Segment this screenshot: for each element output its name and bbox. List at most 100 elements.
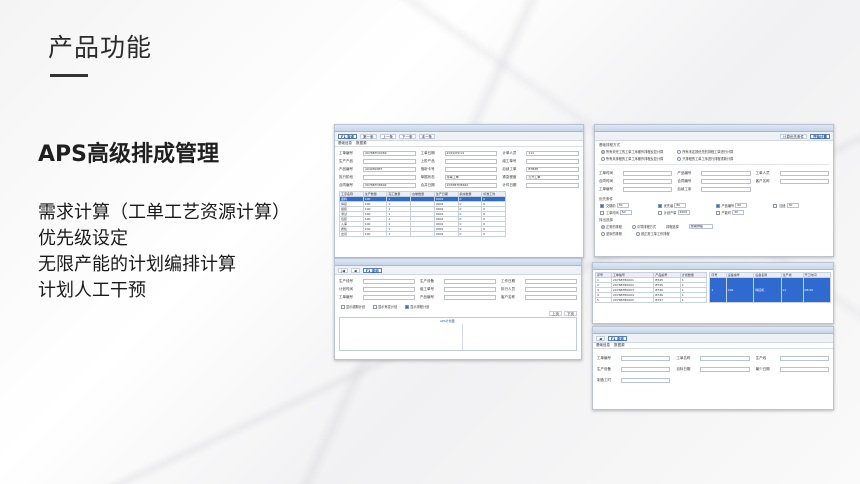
field-input[interactable]: [363, 278, 415, 284]
field-input[interactable]: [526, 182, 579, 188]
query-button[interactable]: F1 查询: [362, 267, 382, 273]
field-input[interactable]: [779, 355, 829, 361]
table-row[interactable]: 5 2076BT80005 BT47 1: [595, 297, 708, 303]
field-input[interactable]: [525, 278, 577, 284]
field-input[interactable]: [444, 294, 496, 300]
field-label: 工单编号: [597, 355, 611, 360]
next-record-button[interactable]: 下一条: [399, 133, 416, 139]
tab-basic[interactable]: 基础信息: [338, 141, 352, 146]
weight-input[interactable]: 80: [674, 203, 687, 208]
priority-condition-button[interactable]: 计算优先条件: [780, 133, 807, 139]
calc-option[interactable]: 按正常工单工作排程: [635, 231, 670, 236]
priority-check[interactable]: 产能时 30: [715, 210, 771, 215]
field-input[interactable]: [779, 178, 829, 184]
weight-input[interactable]: 30: [786, 203, 799, 208]
field-input[interactable]: 公开工单: [526, 174, 579, 180]
checkbox-icon: [657, 210, 662, 215]
next-page-button[interactable]: 下页: [564, 311, 577, 316]
field-label: 工单名称: [676, 355, 691, 360]
field-input[interactable]: [444, 158, 498, 164]
field-input[interactable]: [701, 170, 751, 176]
tab-basic[interactable]: 基础信息: [596, 343, 610, 348]
mode-select[interactable]: 前期排程: [688, 224, 713, 229]
schedule-option[interactable]: 所有未完工的工单工序都作排程反复计算: [601, 149, 663, 154]
field-input[interactable]: [623, 170, 673, 176]
field-input[interactable]: BTBZE: [526, 166, 579, 172]
prev-page-button[interactable]: 上页: [549, 311, 562, 316]
field-input[interactable]: [700, 366, 750, 372]
last-record-button[interactable]: 末一条: [418, 133, 436, 139]
field-input[interactable]: [363, 158, 416, 164]
first-record-button[interactable]: 第一条: [360, 133, 377, 139]
weight-input[interactable]: 30: [732, 210, 745, 215]
nav-icon[interactable]: ◀: [596, 335, 605, 341]
table-row[interactable]: 1 A01 焊接机 L1 08:00: [709, 277, 832, 303]
field-input[interactable]: [444, 166, 498, 172]
priority-check[interactable]: 优先级 80: [657, 203, 713, 208]
field-input[interactable]: [363, 286, 415, 292]
priority-check[interactable]: 交期前 30: [600, 203, 655, 208]
field-input[interactable]: [525, 286, 577, 292]
field-label: 执行人员: [501, 286, 515, 291]
field-label: 生产线号: [339, 278, 353, 283]
field-input[interactable]: 2076BTO0069: [363, 150, 416, 156]
field-input[interactable]: A04089987: [363, 166, 416, 172]
field-input[interactable]: [700, 355, 750, 361]
field-input[interactable]: [701, 178, 751, 184]
field-input[interactable]: [363, 174, 416, 180]
field-input[interactable]: [526, 158, 579, 164]
table-row[interactable]: 出货 100 1 0001 0 0: [339, 231, 506, 237]
field-input[interactable]: [363, 294, 415, 300]
start-calc-button[interactable]: 开始计算: [810, 133, 830, 139]
field-input[interactable]: [525, 294, 577, 300]
field-label: 单据状态: [420, 174, 435, 179]
weight-input[interactable]: 2000: [677, 210, 690, 215]
calc-option[interactable]: 引导排程方式: [631, 224, 656, 229]
field-label: 产品编号: [339, 166, 353, 171]
show-overdue-check[interactable]: 显示超期计划: [341, 304, 365, 309]
schedule-option[interactable]: 所有未排程的工单工序都作排程反复计算: [601, 156, 663, 161]
field-input[interactable]: 待审工单: [444, 174, 498, 180]
field-input[interactable]: [621, 377, 671, 383]
nav-icon[interactable]: |◀: [338, 267, 348, 273]
nav-icon[interactable]: ◀: [350, 267, 360, 273]
field-input[interactable]: [779, 170, 829, 176]
table-cell: 1: [679, 297, 708, 303]
calc-option[interactable]: 正常的排程: [601, 224, 622, 229]
field-input[interactable]: [621, 355, 671, 361]
weight-input[interactable]: 50: [619, 210, 632, 215]
field-input[interactable]: 111: [526, 150, 579, 156]
weight-input[interactable]: 30: [616, 203, 629, 208]
query-button[interactable]: F1 查询: [338, 133, 358, 139]
aps-chart-area[interactable]: APS计划图: [339, 317, 577, 351]
table-cell: [410, 231, 435, 237]
field-label: 产品编号: [420, 294, 434, 299]
schedule-option[interactable]: 所有未定按优先的排程工单进行计算: [677, 149, 733, 154]
dispatch-window: 序号 工单编号 产品编号 计划数量 1 2076BT80001 BT45 1 2 2076BT8…: [592, 262, 834, 324]
query-button[interactable]: F1 查询: [607, 335, 627, 341]
field-label: 最少日期: [755, 366, 770, 371]
prev-record-button[interactable]: 上一条: [379, 133, 397, 139]
field-input[interactable]: [779, 366, 829, 372]
tab-source[interactable]: 数据源: [614, 343, 625, 348]
field-input[interactable]: [444, 286, 496, 292]
field-input[interactable]: [623, 178, 673, 184]
field-input[interactable]: [444, 278, 496, 284]
field-input[interactable]: 2076BTO8692: [363, 182, 416, 188]
calc-option[interactable]: 逆序的排程: [601, 231, 622, 236]
show-changed-check[interactable]: 显示有变计划: [373, 304, 397, 309]
field-input[interactable]: 2019/05/14: [444, 150, 498, 156]
field-input[interactable]: [701, 186, 751, 192]
priority-check[interactable]: 工单时间 50: [600, 210, 655, 215]
show-scheduled-check[interactable]: 显示排程计划: [405, 304, 429, 309]
priority-check[interactable]: 计划产量 2000: [657, 210, 713, 215]
priority-check[interactable]: 加班 30: [773, 203, 828, 208]
tab-source[interactable]: 数据源: [356, 141, 367, 146]
field-input[interactable]: 2076BTO8692: [444, 182, 498, 188]
priority-check[interactable]: 产品编号 60: [715, 203, 771, 208]
schedule-option[interactable]: 只排程的工单工序进行排程重新计算: [677, 156, 733, 161]
field-input[interactable]: [623, 186, 673, 192]
weight-input[interactable]: 60: [735, 203, 748, 208]
field-input[interactable]: [621, 366, 671, 372]
field-label: 生产设备: [420, 278, 434, 283]
